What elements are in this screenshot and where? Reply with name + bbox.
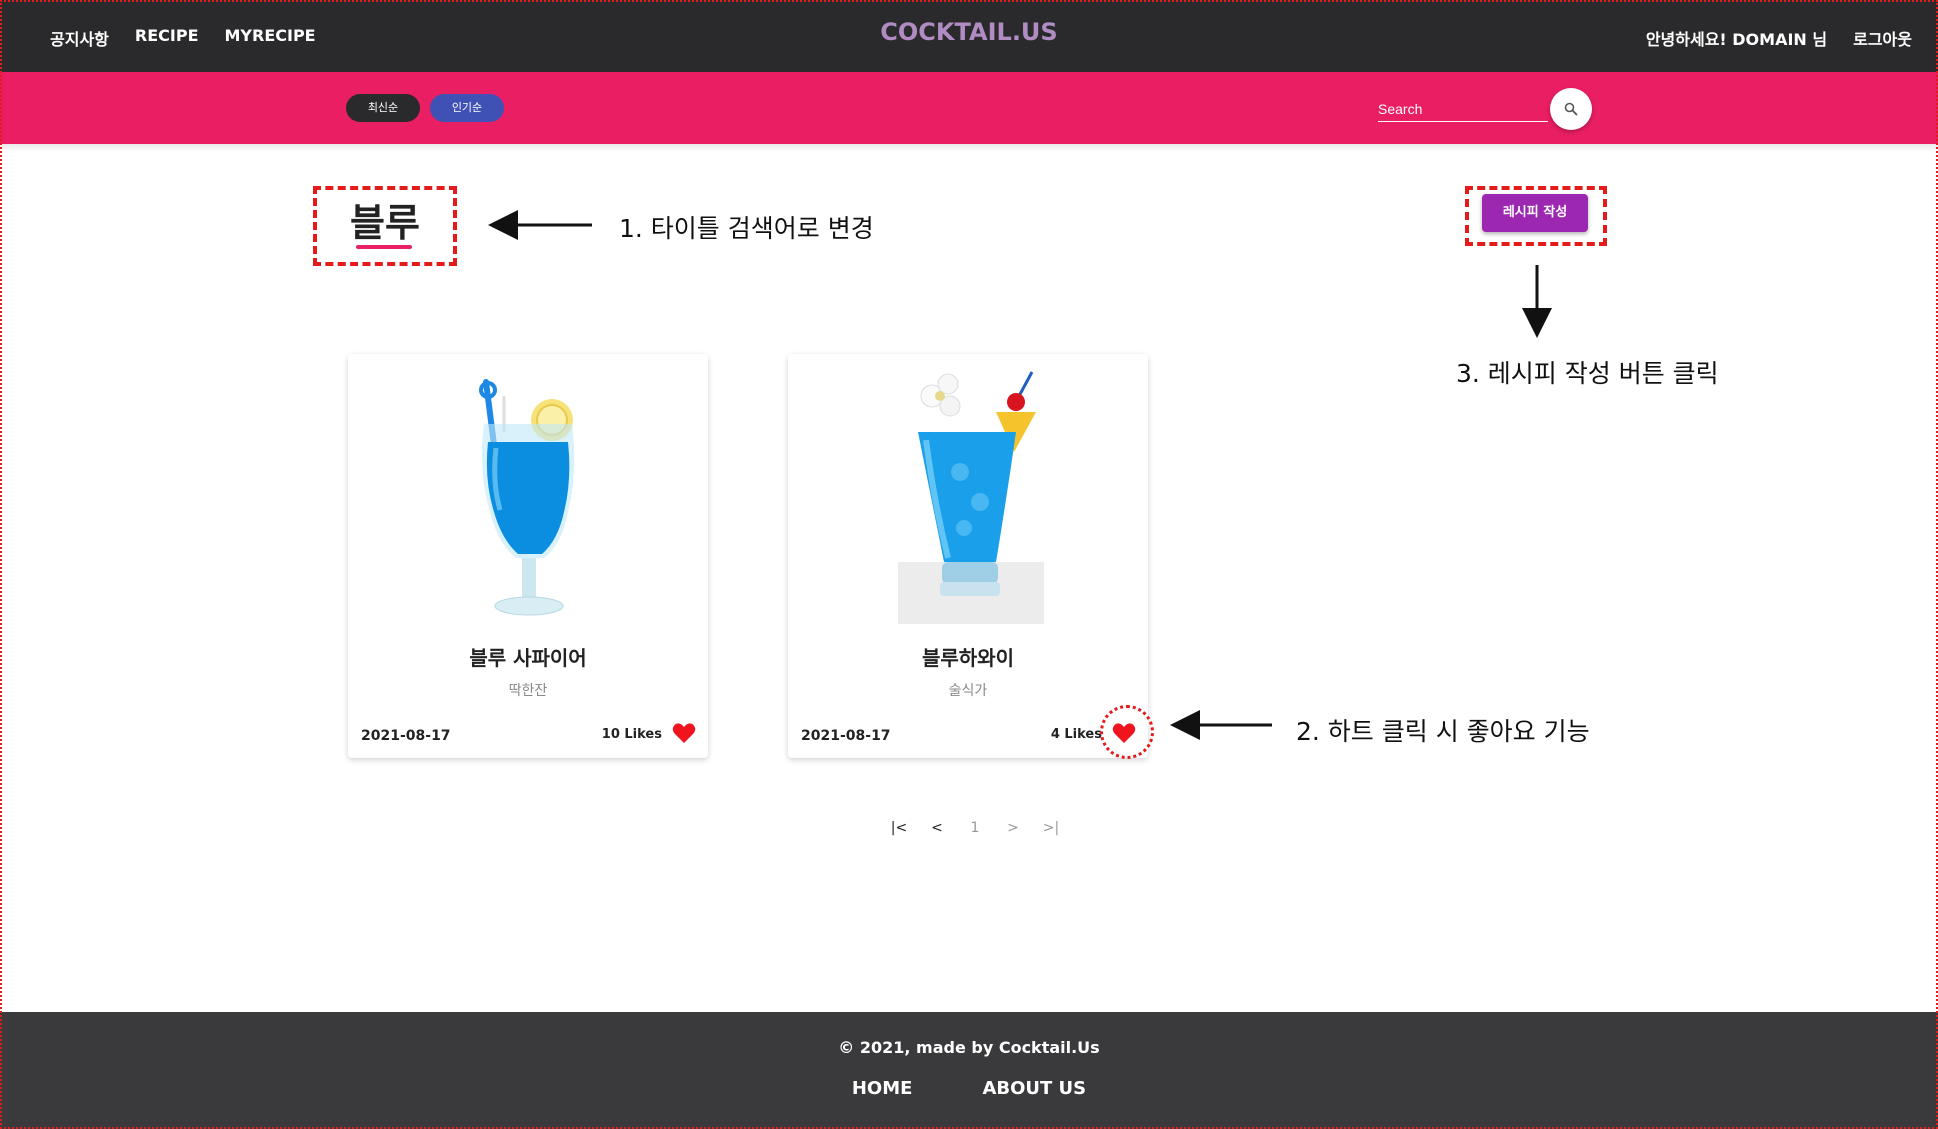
card-likes: 10 Likes — [601, 727, 662, 742]
page-number-button[interactable]: 1 — [956, 820, 994, 836]
footer-link-home[interactable]: HOME — [852, 1078, 913, 1099]
footer-copyright: © 2021, made by Cocktail.Us — [838, 1038, 1100, 1057]
prev-page-button[interactable]: < — [918, 820, 956, 836]
footer-link-about[interactable]: ABOUT US — [982, 1078, 1086, 1099]
next-page-button[interactable]: > — [994, 820, 1032, 836]
first-page-button[interactable]: |< — [880, 820, 918, 836]
annotation-write-note: 3. 레시피 작성 버튼 클릭 — [1456, 359, 1719, 388]
card-author: 딱한잔 — [508, 683, 548, 699]
cocktail-image-blue-sapphire — [479, 379, 575, 616]
pagination: |< < 1 > >| — [880, 820, 1070, 836]
annotation-heart-note: 2. 하트 클릭 시 좋아요 기능 — [1296, 717, 1590, 746]
cocktail-image-blue-hawaii — [898, 371, 1044, 624]
card-likes: 4 Likes — [1050, 727, 1102, 742]
annotation-title-note: 1. 타이틀 검색어로 변경 — [619, 214, 874, 243]
last-page-button[interactable]: >| — [1032, 820, 1070, 836]
heart-icon[interactable] — [672, 722, 696, 744]
footer-links: HOME ABOUT US — [0, 1078, 1938, 1099]
card-date: 2021-08-17 — [801, 728, 891, 744]
footer: © 2021, made by Cocktail.Us HOME ABOUT U… — [0, 1012, 1938, 1129]
card-title[interactable]: 블루하와이 — [788, 642, 1148, 671]
card-author: 술식가 — [948, 683, 988, 699]
card-title[interactable]: 블루 사파이어 — [348, 642, 708, 671]
card-date: 2021-08-17 — [361, 728, 451, 744]
recipe-card[interactable]: 블루 사파이어 딱한잔 2021-08-17 10 Likes — [348, 354, 708, 758]
annotation-circle-heart — [1100, 705, 1154, 759]
recipe-card[interactable]: 블루하와이 술식가 2021-08-17 4 Likes — [788, 354, 1148, 758]
